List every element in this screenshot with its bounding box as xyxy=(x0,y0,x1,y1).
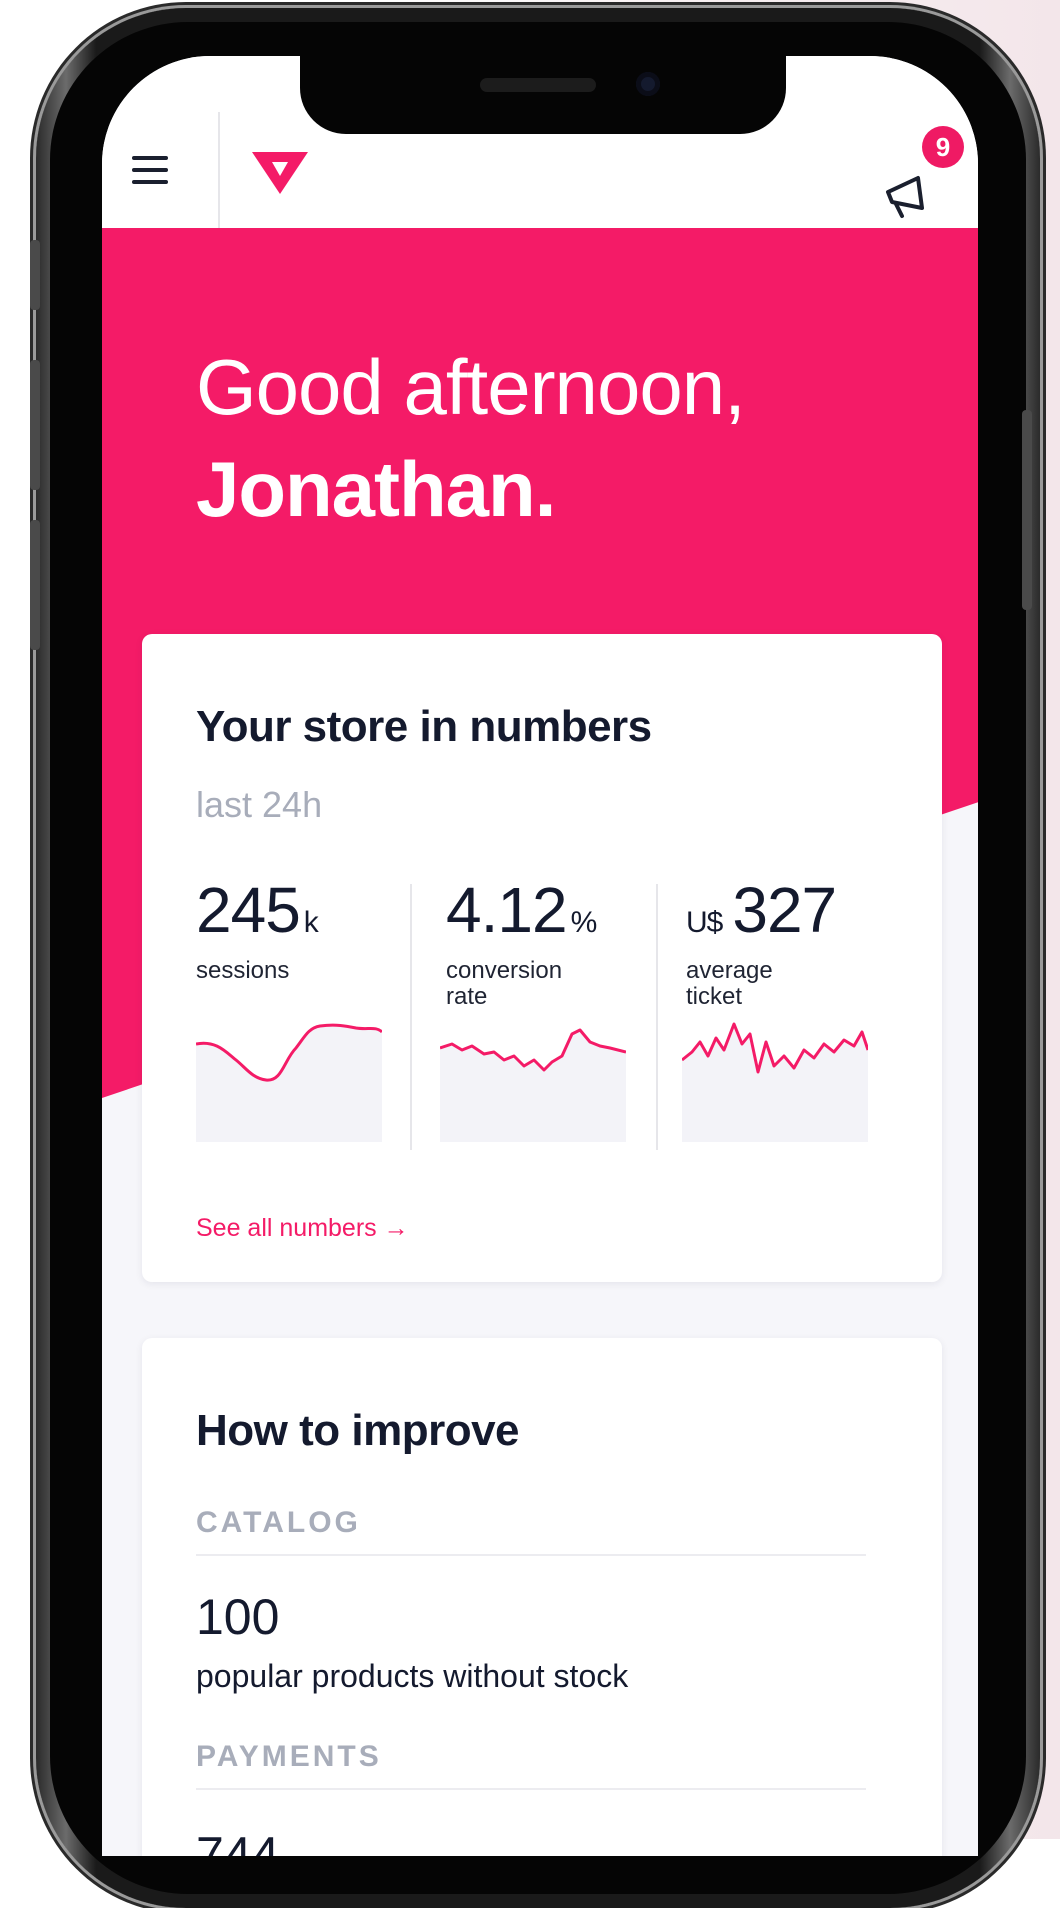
section-divider xyxy=(196,1788,866,1790)
metric-label: conversion rate xyxy=(446,957,563,1010)
metric-prefix: U$ xyxy=(686,906,723,939)
phone-screen: 9 Good afternoon, Jonathan. Your store i… xyxy=(102,56,978,1856)
see-all-numbers-link[interactable]: See all numbers → xyxy=(196,1214,409,1243)
payments-stat-number[interactable]: 744 xyxy=(196,1826,279,1856)
how-to-improve-card: How to improve CATALOG 100 popular produ… xyxy=(142,1338,942,1856)
conversion-sparkline xyxy=(440,1028,626,1142)
megaphone-icon[interactable] xyxy=(882,168,938,220)
section-label-catalog: CATALOG xyxy=(196,1506,361,1539)
metric-label: sessions xyxy=(196,957,290,984)
section-label-payments: PAYMENTS xyxy=(196,1740,382,1773)
metric-sessions[interactable]: 245 k sessions xyxy=(196,874,386,1014)
power-button xyxy=(1022,410,1032,610)
metric-divider xyxy=(656,884,658,1150)
menu-button[interactable] xyxy=(132,156,172,190)
catalog-stat-text[interactable]: popular products without stock xyxy=(196,1658,628,1695)
front-camera xyxy=(636,72,660,96)
metric-value: 327 xyxy=(732,874,837,946)
section-divider xyxy=(196,1554,866,1556)
volume-up-button xyxy=(30,360,40,490)
store-numbers-card: Your store in numbers last 24h 245 k sess… xyxy=(142,634,942,1282)
metric-unit: k xyxy=(303,906,319,939)
period-label: last 24h xyxy=(196,784,323,825)
metric-unit: % xyxy=(570,906,598,939)
metric-conversion-rate[interactable]: 4.12% conversion rate xyxy=(446,874,636,1014)
sessions-sparkline xyxy=(196,1023,382,1142)
greeting-heading: Good afternoon, Jonathan. xyxy=(196,336,956,540)
greeting-text: Good afternoon, xyxy=(196,343,746,431)
topbar-divider xyxy=(218,112,220,228)
brand-logo[interactable] xyxy=(250,144,310,196)
metric-value-row: U$ 327 xyxy=(686,874,916,946)
notification-badge: 9 xyxy=(922,126,964,168)
metric-value: 245 xyxy=(196,874,301,946)
metric-label: average ticket xyxy=(686,957,773,1010)
metric-value-row: 245 k xyxy=(196,874,386,946)
volume-down-button xyxy=(30,520,40,650)
speaker-grille xyxy=(480,78,596,92)
user-name: Jonathan. xyxy=(196,445,556,533)
ticket-sparkline xyxy=(682,1022,868,1142)
notch xyxy=(300,56,786,134)
hamburger-icon xyxy=(132,156,172,184)
card-title: How to improve xyxy=(196,1406,520,1455)
metric-average-ticket[interactable]: U$ 327 average ticket xyxy=(686,874,916,1014)
mute-switch xyxy=(30,240,40,310)
catalog-stat-number[interactable]: 100 xyxy=(196,1588,279,1646)
metric-value: 4.12 xyxy=(446,874,568,946)
metric-divider xyxy=(410,884,412,1150)
metric-value-row: 4.12% xyxy=(446,874,636,946)
card-title: Your store in numbers xyxy=(196,702,652,751)
